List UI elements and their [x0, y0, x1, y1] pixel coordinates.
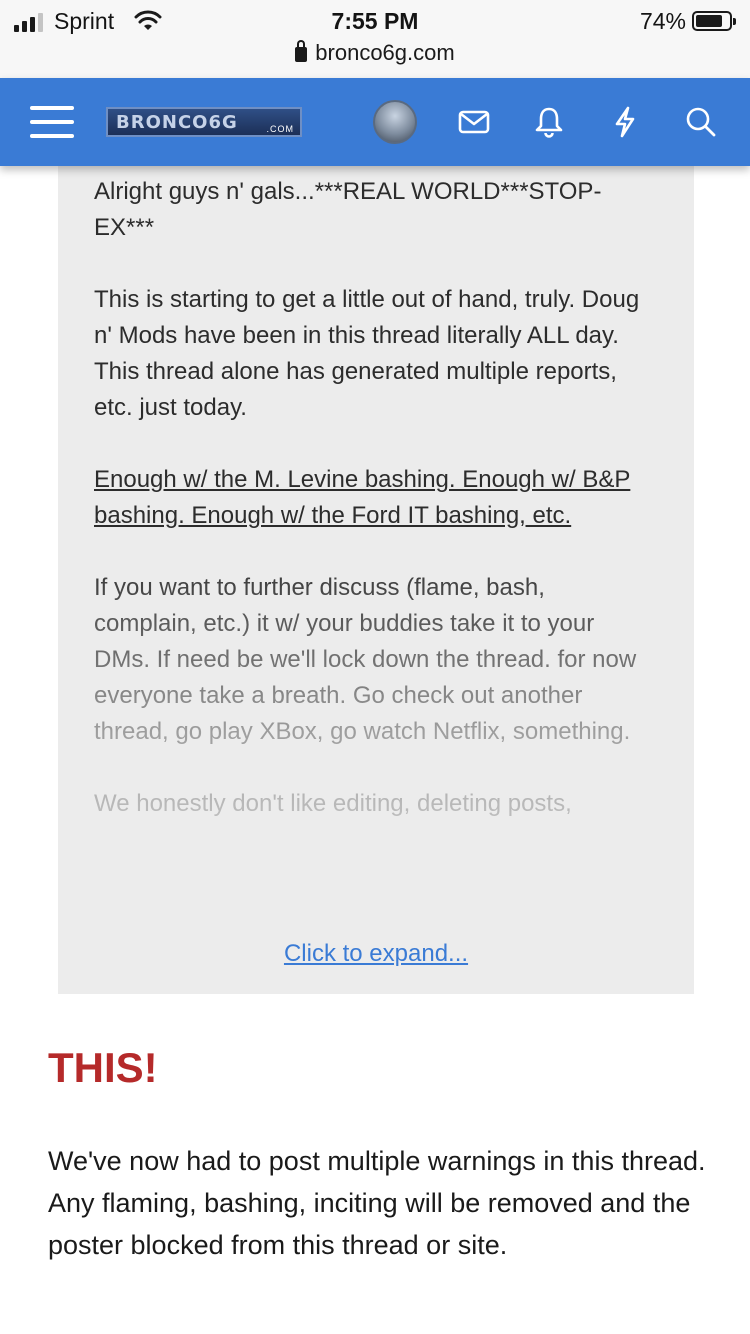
account-button[interactable]	[372, 78, 418, 166]
address-bar[interactable]: bronco6g.com	[0, 40, 750, 66]
clock: 7:55 PM	[331, 8, 419, 34]
quote-paragraph-underlined: Enough w/ the M. Levine bashing. Enough …	[94, 466, 631, 529]
logo-badge: BRONCO6G .COM	[106, 107, 302, 137]
menu-button[interactable]	[26, 78, 78, 166]
quote-paragraph: This is starting to get a little out of …	[94, 286, 640, 421]
menu-icon	[30, 106, 74, 110]
logo-subtext: .COM	[266, 124, 294, 134]
post-heading: THIS!	[48, 1044, 158, 1091]
battery-percent: 74%	[639, 8, 686, 34]
whats-new-button[interactable]	[600, 78, 650, 166]
url-text: bronco6g.com	[315, 40, 455, 65]
inbox-button[interactable]	[449, 78, 499, 166]
battery-icon	[692, 11, 736, 31]
site-navbar: BRONCO6G .COM	[0, 78, 750, 166]
site-logo[interactable]: BRONCO6G .COM	[104, 78, 304, 166]
bell-icon	[535, 107, 563, 138]
click-to-expand-link[interactable]: Click to expand...	[58, 940, 694, 968]
search-button[interactable]	[676, 78, 726, 166]
quote-block: Alright guys n' gals...***REAL WORLD***S…	[58, 166, 694, 994]
ios-status-bar: Sprint 7:55 PM 74% bronco6g.com	[0, 0, 750, 78]
envelope-icon	[458, 110, 490, 134]
quote-paragraph: Alright guys n' gals...***REAL WORLD***S…	[94, 178, 602, 241]
quote-paragraph: If you want to further discuss (flame, b…	[94, 574, 637, 745]
quote-paragraph: We honestly don't like editing, deleting…	[94, 790, 572, 817]
alerts-button[interactable]	[524, 78, 574, 166]
logo-text: BRONCO6G	[116, 111, 238, 133]
post-body: We've now had to post multiple warnings …	[48, 1146, 706, 1260]
bolt-icon	[615, 106, 635, 138]
lock-icon	[295, 40, 308, 62]
search-icon	[686, 107, 716, 137]
avatar	[373, 100, 417, 144]
quote-text: Alright guys n' gals...***REAL WORLD***S…	[94, 174, 654, 858]
